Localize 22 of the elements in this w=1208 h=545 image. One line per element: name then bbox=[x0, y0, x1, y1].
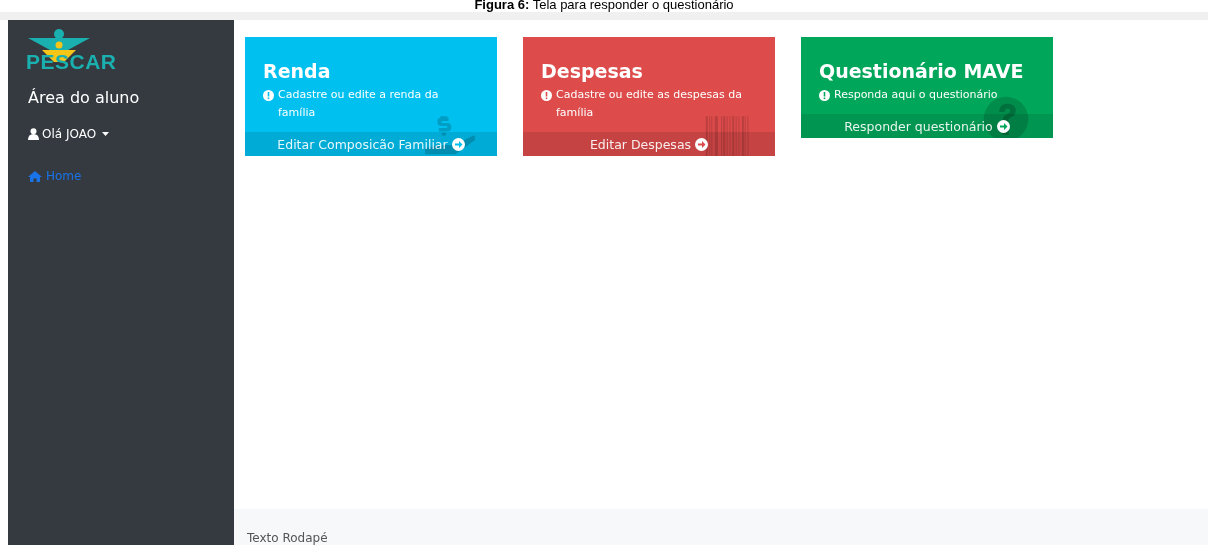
card-title: Renda bbox=[263, 60, 332, 82]
footer-text: Texto Rodapé bbox=[247, 531, 328, 545]
arrow-circle-icon bbox=[451, 137, 465, 151]
user-menu[interactable]: Olá JOAO bbox=[28, 127, 112, 141]
caret-icon bbox=[99, 130, 112, 138]
arrow-circle-icon bbox=[695, 137, 709, 151]
figure-caption: Figura 6: Tela para responder o questionário bbox=[473, 0, 735, 12]
user-icon bbox=[28, 128, 39, 140]
nav-link[interactable]: Home bbox=[28, 169, 82, 183]
sidebar-title: Área do aluno bbox=[28, 88, 140, 107]
info-icon bbox=[541, 90, 552, 101]
card-description: Cadastre ou edite as despesas da família bbox=[556, 87, 743, 121]
home-icon bbox=[28, 170, 42, 182]
card-description: Cadastre ou edite a renda da família bbox=[278, 87, 440, 121]
card-title: Despesas bbox=[541, 60, 644, 82]
card-description: Responda aqui o questionário bbox=[834, 87, 998, 103]
arrow-circle-icon bbox=[996, 119, 1010, 133]
card-title: Questionário MAVE bbox=[819, 60, 1025, 82]
info-icon bbox=[819, 90, 830, 101]
logo-text: PESCAR bbox=[26, 50, 117, 74]
card-link[interactable]: Editar Composicão Familiar bbox=[245, 132, 497, 156]
info-icon bbox=[263, 90, 274, 101]
